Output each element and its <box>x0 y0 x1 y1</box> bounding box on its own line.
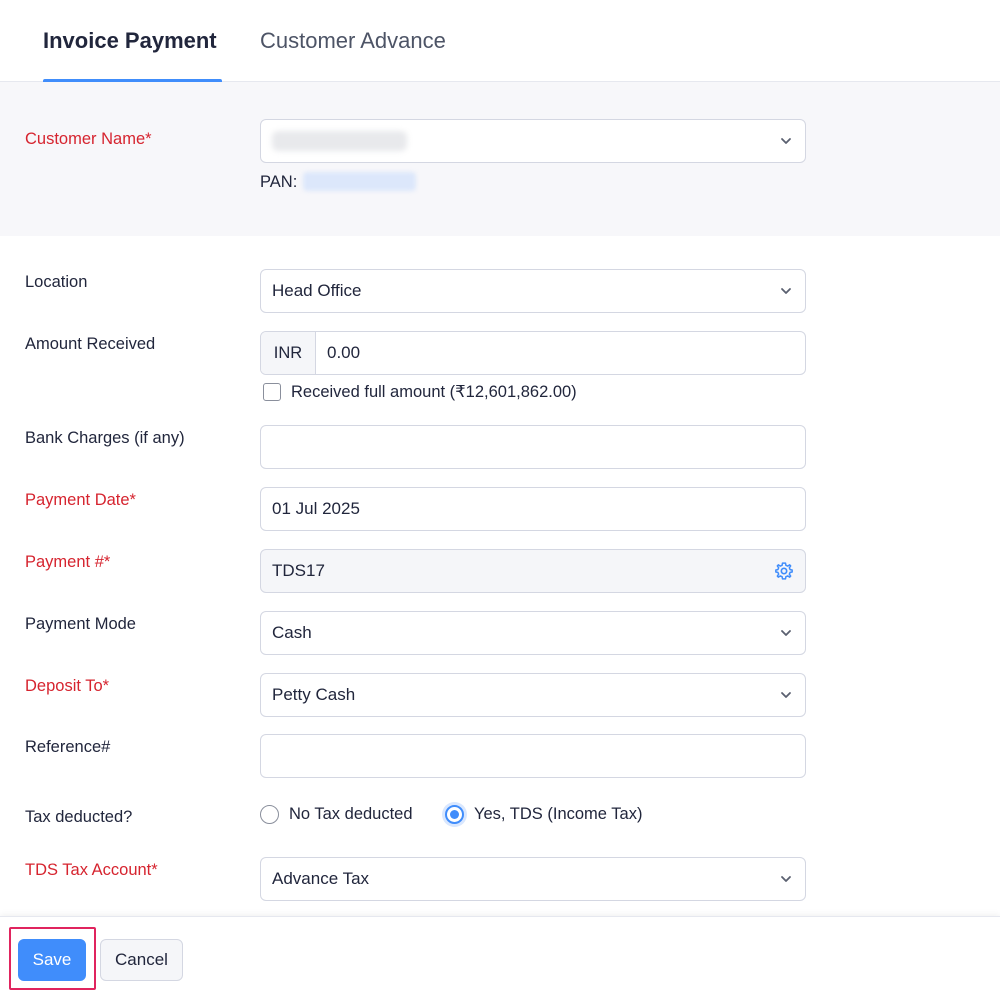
payment-number-label: Payment #* <box>25 553 111 571</box>
chevron-down-icon <box>781 288 791 294</box>
tab-customer-advance[interactable]: Customer Advance <box>260 28 446 82</box>
tab-invoice-payment[interactable]: Invoice Payment <box>43 28 222 83</box>
payment-mode-value: Cash <box>272 623 312 642</box>
radio-button-selected[interactable] <box>445 805 464 824</box>
payment-date-label: Payment Date* <box>25 491 136 509</box>
cancel-button[interactable]: Cancel <box>100 939 183 981</box>
payment-number-input[interactable]: TDS17 <box>260 549 806 593</box>
location-label: Location <box>25 273 88 291</box>
customer-name-redacted <box>272 131 407 151</box>
radio-no-tax-deducted-label: No Tax deducted <box>289 805 413 823</box>
radio-button[interactable] <box>260 805 279 824</box>
reference-label: Reference# <box>25 738 111 756</box>
payment-date-input[interactable]: 01 Jul 2025 <box>260 487 806 531</box>
radio-yes-tds-label: Yes, TDS (Income Tax) <box>474 805 643 823</box>
chevron-down-icon <box>781 876 791 882</box>
radio-no-tax-deducted[interactable]: No Tax deducted <box>260 805 413 824</box>
pan-label: PAN: <box>260 173 298 191</box>
deposit-to-label: Deposit To* <box>25 677 110 695</box>
received-full-amount-checkbox[interactable] <box>263 383 281 401</box>
deposit-to-select[interactable]: Petty Cash <box>260 673 806 717</box>
gear-icon[interactable] <box>774 561 794 581</box>
payment-mode-label: Payment Mode <box>25 615 136 633</box>
currency-label: INR <box>261 332 316 374</box>
location-value: Head Office <box>272 281 362 300</box>
location-select[interactable]: Head Office <box>260 269 806 313</box>
amount-received-input[interactable] <box>316 332 805 374</box>
chevron-down-icon <box>781 692 791 698</box>
bank-charges-input[interactable] <box>260 425 806 469</box>
tds-tax-account-label: TDS Tax Account* <box>25 861 158 879</box>
bank-charges-label: Bank Charges (if any) <box>25 429 185 447</box>
reference-input[interactable] <box>260 734 806 778</box>
tds-tax-account-select[interactable]: Advance Tax <box>260 857 806 901</box>
customer-name-label: Customer Name* <box>25 130 152 148</box>
amount-received-field: INR <box>260 331 806 375</box>
radio-yes-tds[interactable]: Yes, TDS (Income Tax) <box>445 805 642 824</box>
tab-bar: Invoice Payment Customer Advance <box>0 0 1000 83</box>
received-full-amount-row[interactable]: Received full amount (₹12,601,862.00) <box>263 382 577 402</box>
amount-received-label: Amount Received <box>25 335 156 353</box>
received-full-amount-label: Received full amount (₹12,601,862.00) <box>291 383 577 401</box>
tax-deducted-label: Tax deducted? <box>25 808 133 826</box>
deposit-to-value: Petty Cash <box>272 685 356 704</box>
pan-value-redacted <box>303 172 416 191</box>
chevron-down-icon <box>781 138 791 144</box>
payment-mode-select[interactable]: Cash <box>260 611 806 655</box>
chevron-down-icon <box>781 630 791 636</box>
tds-tax-account-value: Advance Tax <box>272 869 370 888</box>
payment-date-value: 01 Jul 2025 <box>272 499 360 518</box>
payment-number-value: TDS17 <box>272 561 325 580</box>
save-button[interactable]: Save <box>18 939 86 981</box>
